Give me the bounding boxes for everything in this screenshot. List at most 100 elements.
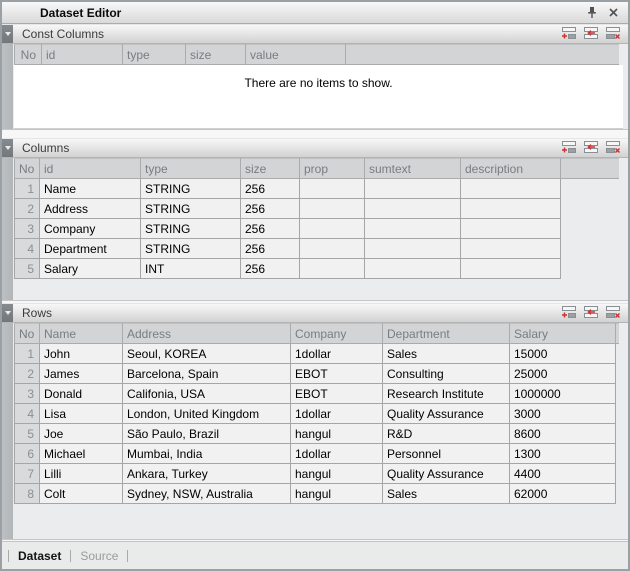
data-cell[interactable]: Califonia, USA xyxy=(123,384,291,404)
data-cell[interactable]: Donald xyxy=(40,384,123,404)
data-cell[interactable]: R&D xyxy=(383,424,510,444)
data-cell[interactable]: Consulting xyxy=(383,364,510,384)
data-cell[interactable]: 15000 xyxy=(510,344,616,364)
data-cell[interactable]: 256 xyxy=(241,239,300,259)
table-row[interactable]: 2AddressSTRING256 xyxy=(15,199,620,219)
data-cell[interactable] xyxy=(365,239,461,259)
table-row[interactable]: 8ColtSydney, NSW, AustraliahangulSales62… xyxy=(15,484,620,504)
data-cell[interactable]: John xyxy=(40,344,123,364)
data-cell[interactable]: 256 xyxy=(241,259,300,279)
table-row[interactable]: 3CompanySTRING256 xyxy=(15,219,620,239)
data-cell[interactable]: EBOT xyxy=(291,364,383,384)
data-cell[interactable]: Quality Assurance xyxy=(383,464,510,484)
data-cell[interactable]: Mumbai, India xyxy=(123,444,291,464)
collapse-button[interactable] xyxy=(2,304,13,322)
data-cell[interactable]: 1dollar xyxy=(291,344,383,364)
data-cell[interactable] xyxy=(300,259,365,279)
data-cell[interactable]: 1000000 xyxy=(510,384,616,404)
data-cell[interactable]: 256 xyxy=(241,219,300,239)
data-cell[interactable]: Company xyxy=(40,219,141,239)
data-cell[interactable]: Barcelona, Spain xyxy=(123,364,291,384)
tab-dataset[interactable]: Dataset xyxy=(18,549,61,563)
pin-icon[interactable] xyxy=(585,6,599,20)
data-cell[interactable] xyxy=(300,179,365,199)
data-cell[interactable] xyxy=(300,219,365,239)
table-row[interactable]: 3DonaldCalifonia, USAEBOTResearch Instit… xyxy=(15,384,620,404)
add-row-button[interactable] xyxy=(560,306,577,321)
data-cell[interactable]: 25000 xyxy=(510,364,616,384)
data-cell[interactable]: 8600 xyxy=(510,424,616,444)
collapse-button[interactable] xyxy=(2,139,13,157)
table-row[interactable]: 4LisaLondon, United Kingdom1dollarQualit… xyxy=(15,404,620,424)
data-cell[interactable]: James xyxy=(40,364,123,384)
data-cell[interactable]: Lilli xyxy=(40,464,123,484)
table-row[interactable]: 6MichaelMumbai, India1dollarPersonnel130… xyxy=(15,444,620,464)
data-cell[interactable]: Department xyxy=(40,239,141,259)
data-cell[interactable]: Sales xyxy=(383,344,510,364)
data-cell[interactable]: STRING xyxy=(141,239,241,259)
data-cell[interactable] xyxy=(461,179,561,199)
data-cell[interactable]: Joe xyxy=(40,424,123,444)
data-cell[interactable]: 1dollar xyxy=(291,404,383,424)
data-cell[interactable]: Sydney, NSW, Australia xyxy=(123,484,291,504)
data-cell[interactable]: Personnel xyxy=(383,444,510,464)
data-cell[interactable]: Quality Assurance xyxy=(383,404,510,424)
data-cell[interactable]: Michael xyxy=(40,444,123,464)
data-cell[interactable]: 3000 xyxy=(510,404,616,424)
data-cell[interactable] xyxy=(461,259,561,279)
data-cell[interactable]: Lisa xyxy=(40,404,123,424)
tab-source[interactable]: Source xyxy=(80,549,118,563)
collapse-button[interactable] xyxy=(2,25,13,43)
close-icon[interactable] xyxy=(606,6,620,20)
insert-row-button[interactable] xyxy=(582,141,599,156)
table-row[interactable]: 5JoeSão Paulo, BrazilhangulR&D8600 xyxy=(15,424,620,444)
data-cell[interactable]: 256 xyxy=(241,199,300,219)
data-cell[interactable]: hangul xyxy=(291,464,383,484)
data-cell[interactable]: STRING xyxy=(141,179,241,199)
data-cell[interactable] xyxy=(365,219,461,239)
data-cell[interactable]: STRING xyxy=(141,199,241,219)
delete-row-button[interactable] xyxy=(604,27,621,42)
delete-row-button[interactable] xyxy=(604,141,621,156)
data-cell[interactable]: Address xyxy=(40,199,141,219)
insert-row-button[interactable] xyxy=(582,306,599,321)
data-cell[interactable]: São Paulo, Brazil xyxy=(123,424,291,444)
table-row[interactable]: 1NameSTRING256 xyxy=(15,179,620,199)
insert-row-button[interactable] xyxy=(582,27,599,42)
data-cell[interactable]: EBOT xyxy=(291,384,383,404)
table-row[interactable]: 2JamesBarcelona, SpainEBOTConsulting2500… xyxy=(15,364,620,384)
data-cell[interactable] xyxy=(365,179,461,199)
data-cell[interactable] xyxy=(461,199,561,219)
table-row[interactable]: 5SalaryINT256 xyxy=(15,259,620,279)
data-cell[interactable]: Research Institute xyxy=(383,384,510,404)
data-cell[interactable]: 256 xyxy=(241,179,300,199)
data-cell[interactable]: 1300 xyxy=(510,444,616,464)
data-cell[interactable]: Ankara, Turkey xyxy=(123,464,291,484)
section-gutter xyxy=(2,44,13,129)
data-cell[interactable]: Name xyxy=(40,179,141,199)
data-cell[interactable]: hangul xyxy=(291,424,383,444)
data-cell[interactable]: hangul xyxy=(291,484,383,504)
table-row[interactable]: 7LilliAnkara, TurkeyhangulQuality Assura… xyxy=(15,464,620,484)
data-cell[interactable]: Sales xyxy=(383,484,510,504)
table-row[interactable]: 4DepartmentSTRING256 xyxy=(15,239,620,259)
data-cell[interactable]: INT xyxy=(141,259,241,279)
delete-row-button[interactable] xyxy=(604,306,621,321)
table-row[interactable]: 1JohnSeoul, KOREA1dollarSales15000 xyxy=(15,344,620,364)
data-cell[interactable] xyxy=(300,239,365,259)
data-cell[interactable]: London, United Kingdom xyxy=(123,404,291,424)
add-row-button[interactable] xyxy=(560,141,577,156)
data-cell[interactable] xyxy=(365,199,461,219)
data-cell[interactable]: 4400 xyxy=(510,464,616,484)
add-row-button[interactable] xyxy=(560,27,577,42)
data-cell[interactable] xyxy=(365,259,461,279)
data-cell[interactable]: Seoul, KOREA xyxy=(123,344,291,364)
data-cell[interactable]: STRING xyxy=(141,219,241,239)
data-cell[interactable]: Salary xyxy=(40,259,141,279)
data-cell[interactable] xyxy=(300,199,365,219)
data-cell[interactable]: 62000 xyxy=(510,484,616,504)
data-cell[interactable] xyxy=(461,239,561,259)
data-cell[interactable]: 1dollar xyxy=(291,444,383,464)
data-cell[interactable]: Colt xyxy=(40,484,123,504)
data-cell[interactable] xyxy=(461,219,561,239)
